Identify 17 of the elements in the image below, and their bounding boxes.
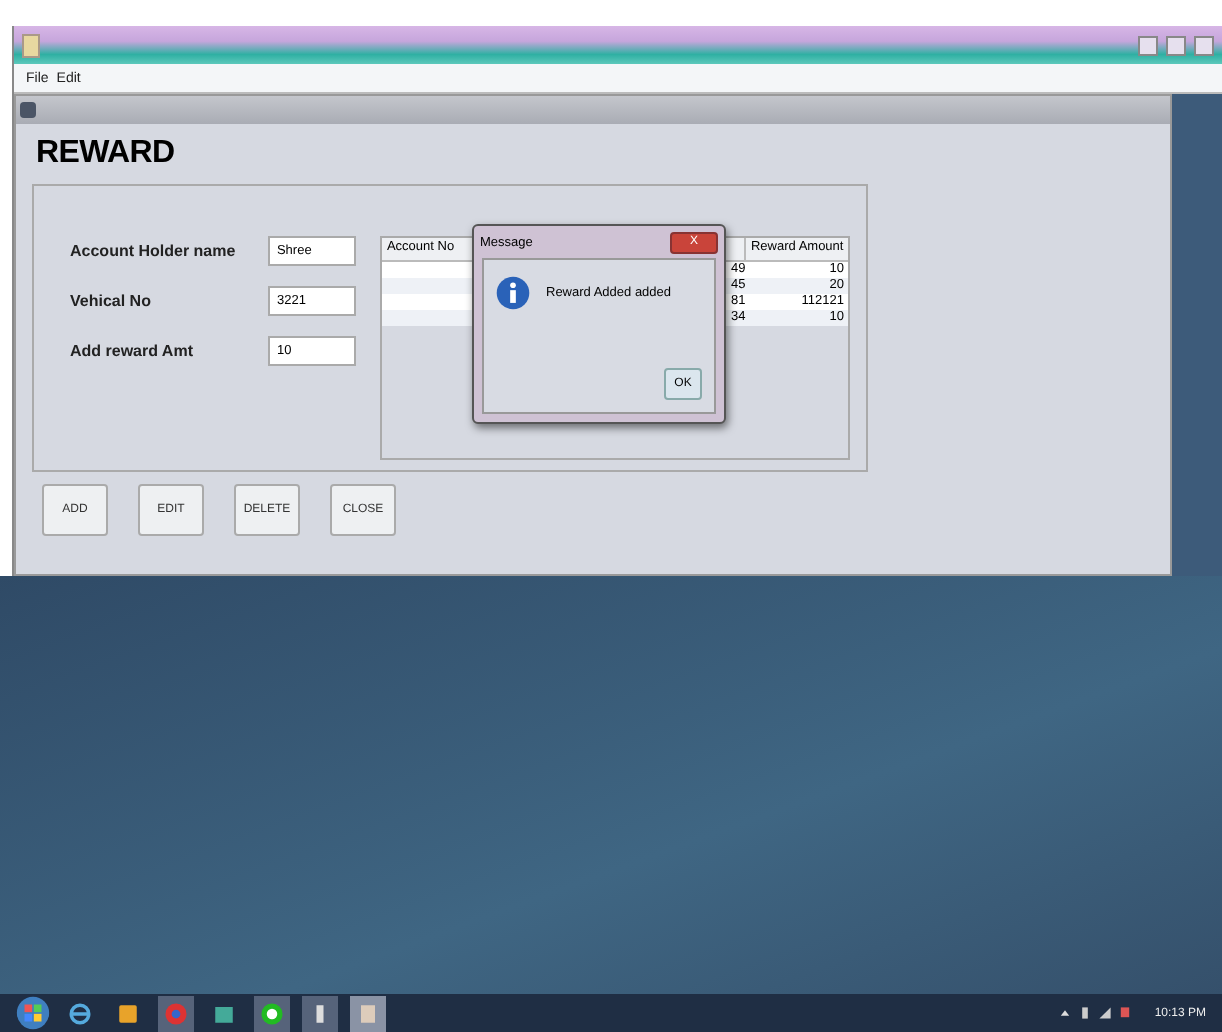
chat-icon[interactable] bbox=[254, 995, 290, 1031]
signal-icon[interactable] bbox=[1098, 1006, 1113, 1020]
flag-icon[interactable] bbox=[1118, 1006, 1133, 1020]
arrow-icon[interactable] bbox=[1058, 1006, 1073, 1020]
maximize-button[interactable] bbox=[1166, 35, 1186, 55]
browser-icon[interactable] bbox=[158, 995, 194, 1031]
app-icon bbox=[22, 33, 40, 57]
form-title: REWARD bbox=[36, 136, 177, 172]
frame-menu-icon[interactable] bbox=[20, 102, 36, 118]
window-close-button[interactable] bbox=[1194, 35, 1214, 55]
start-button[interactable] bbox=[16, 996, 50, 1030]
field-label: Account Holder name bbox=[70, 242, 236, 260]
field-label: Vehical No bbox=[70, 292, 151, 310]
info-icon bbox=[496, 276, 530, 310]
field-label: Add reward Amt bbox=[70, 342, 193, 360]
minimize-button[interactable] bbox=[1138, 35, 1158, 55]
app-icon[interactable] bbox=[302, 995, 338, 1031]
